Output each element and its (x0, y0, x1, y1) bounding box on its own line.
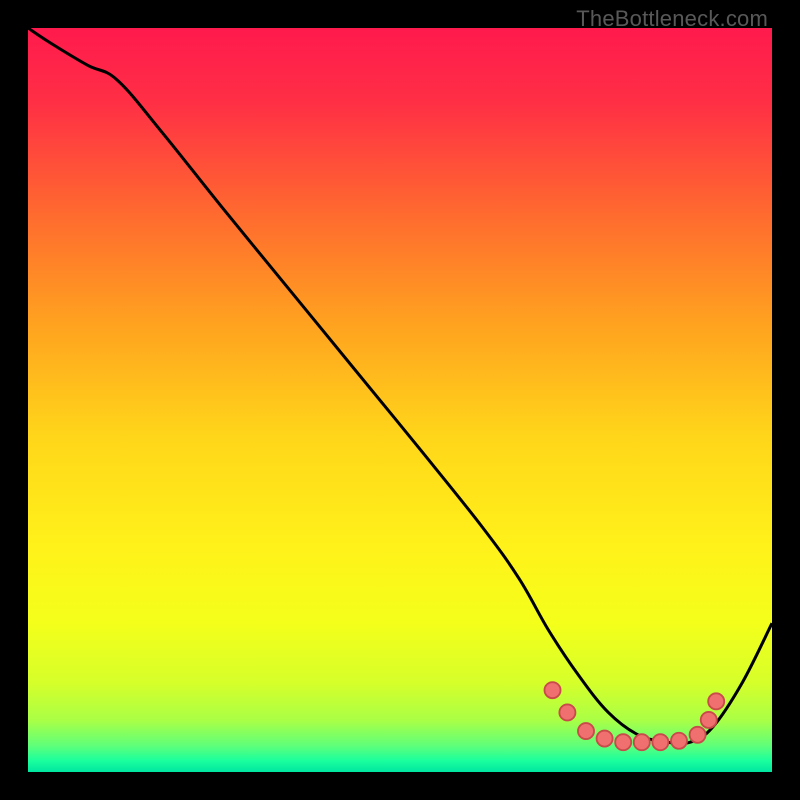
curve-marker (701, 712, 717, 728)
curve-marker (615, 734, 631, 750)
curve-layer (28, 28, 772, 772)
curve-marker (578, 723, 594, 739)
curve-marker (545, 682, 561, 698)
curve-marker (597, 731, 613, 747)
curve-marker (671, 733, 687, 749)
marker-group (545, 682, 725, 750)
curve-marker (559, 704, 575, 720)
curve-marker (634, 734, 650, 750)
curve-marker (708, 693, 724, 709)
bottleneck-line (28, 28, 772, 744)
plot-area (28, 28, 772, 772)
curve-marker (652, 734, 668, 750)
curve-marker (690, 727, 706, 743)
outer-frame: TheBottleneck.com (0, 0, 800, 800)
